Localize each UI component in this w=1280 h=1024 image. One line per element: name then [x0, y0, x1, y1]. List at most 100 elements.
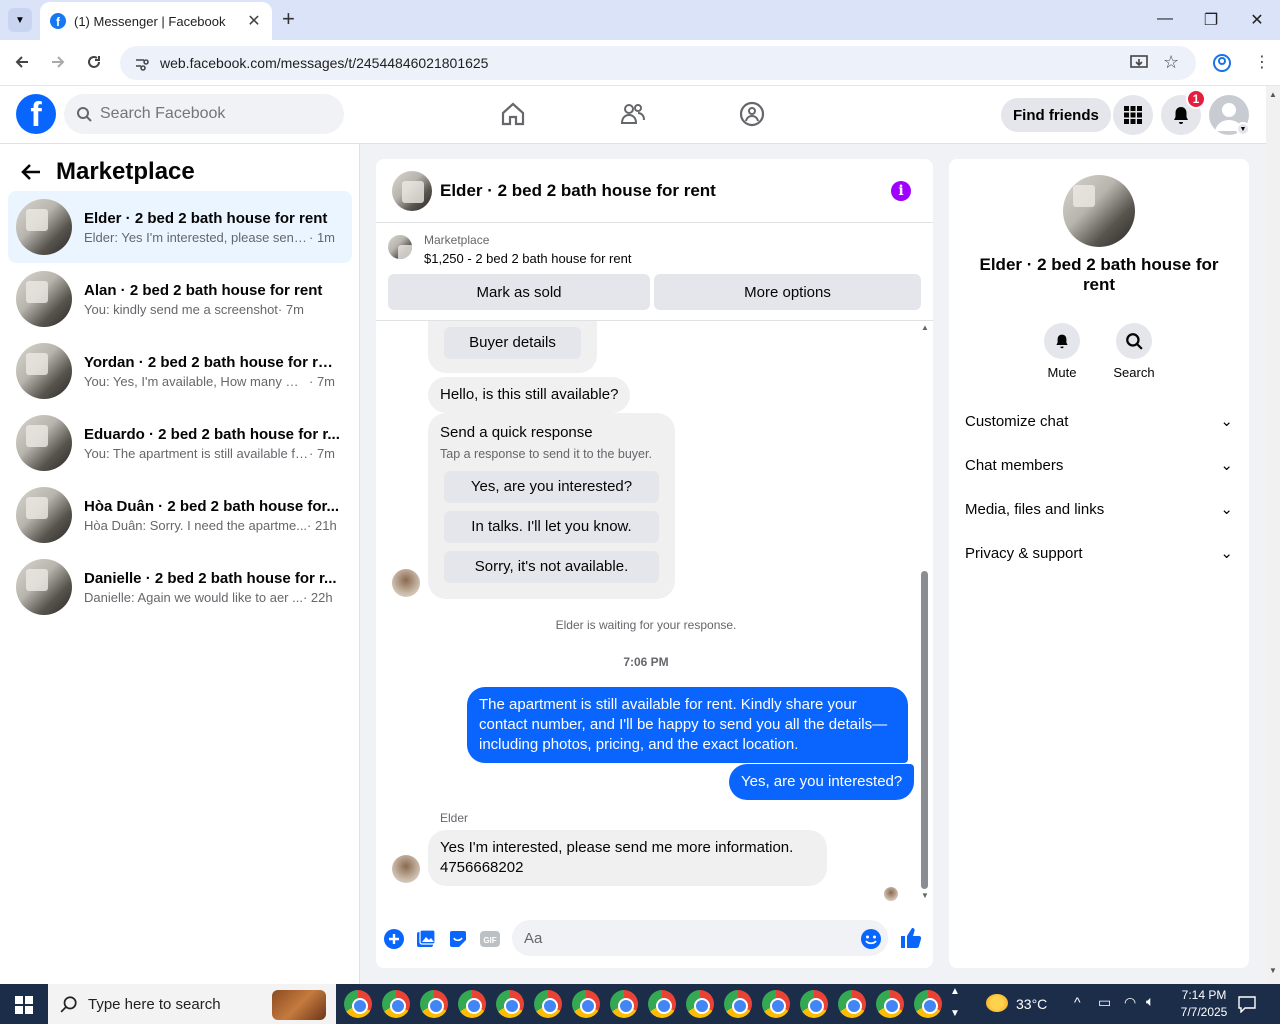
chrome-taskbar-icon[interactable]	[496, 990, 524, 1018]
chrome-taskbar-icon[interactable]	[572, 990, 600, 1018]
find-friends-button[interactable]: Find friends	[1001, 98, 1111, 132]
chrome-taskbar-icon[interactable]	[686, 990, 714, 1018]
chrome-taskbar-icon[interactable]	[762, 990, 790, 1018]
conversation-item[interactable]: Eduardo · 2 bed 2 bath house for r... You…	[8, 407, 352, 479]
page-scrollbar[interactable]: ▲ ▼	[1266, 86, 1280, 984]
chrome-taskbar-icon[interactable]	[344, 990, 372, 1018]
conversation-name: Eduardo · 2 bed 2 bath house for r...	[84, 425, 340, 443]
chat-scrollbar[interactable]: ▲ ▼	[916, 321, 933, 901]
more-options-button[interactable]: More options	[654, 274, 921, 310]
groups-icon[interactable]	[738, 100, 766, 128]
conversation-item[interactable]: Alan · 2 bed 2 bath house for rent You: k…	[8, 263, 352, 335]
quick-response-in-talks[interactable]: In talks. I'll let you know.	[444, 511, 659, 543]
message-input[interactable]: Aa	[512, 920, 888, 956]
marketplace-label: Marketplace	[424, 233, 490, 247]
conversation-avatar	[16, 559, 72, 615]
conversation-item[interactable]: Danielle · 2 bed 2 bath house for r... Da…	[8, 551, 352, 623]
quick-response-subtitle: Tap a response to send it to the buyer.	[440, 447, 652, 461]
volume-icon[interactable]: 🔈︎	[1146, 993, 1154, 1010]
plus-circle-icon[interactable]	[384, 929, 404, 949]
section-media-files-links[interactable]: Media, files and links ⌄	[965, 489, 1233, 529]
section-privacy-support[interactable]: Privacy & support ⌄	[965, 533, 1233, 573]
gif-icon[interactable]: GIF	[480, 929, 500, 949]
windows-start-icon[interactable]	[15, 996, 33, 1014]
home-icon[interactable]	[499, 100, 527, 128]
chrome-taskbar-icon[interactable]	[382, 990, 410, 1018]
conversation-item[interactable]: Elder · 2 bed 2 bath house for rent Elder…	[8, 191, 352, 263]
battery-icon[interactable]: ▭	[1098, 994, 1111, 1011]
chrome-taskbar-icon[interactable]	[534, 990, 562, 1018]
chevron-up-icon[interactable]: ^	[1074, 994, 1081, 1010]
notifications-center-icon[interactable]	[1238, 995, 1256, 1013]
conversation-time: · 1m	[309, 229, 335, 245]
conversation-avatar	[16, 415, 72, 471]
facebook-logo-icon[interactable]: f	[16, 94, 56, 134]
chevron-down-icon: ⌄	[1220, 501, 1233, 518]
buyer-details-button[interactable]: Buyer details	[444, 327, 581, 359]
quick-response-card: Send a quick response Tap a response to …	[428, 413, 675, 599]
clock-time[interactable]: 7:14 PM	[1174, 988, 1234, 1002]
windows-taskbar: Type here to search ▲ ▼ 33°C ^ ▭ ◠ 🔈︎ 7:…	[0, 984, 1280, 1024]
back-arrow-icon[interactable]	[20, 162, 42, 182]
close-window-button[interactable]: ✕	[1247, 10, 1267, 30]
taskbar-search[interactable]: Type here to search	[48, 984, 336, 1024]
clock-date[interactable]: 7/7/2025	[1174, 1005, 1234, 1019]
chrome-taskbar-icon[interactable]	[838, 990, 866, 1018]
section-chat-members[interactable]: Chat members ⌄	[965, 445, 1233, 485]
mute-action[interactable]: Mute	[1032, 323, 1092, 380]
account-chevron-icon[interactable]: ▼	[1236, 122, 1250, 136]
install-app-icon	[1130, 55, 1148, 68]
chrome-taskbar-icon[interactable]	[876, 990, 904, 1018]
reload-button[interactable]	[84, 52, 104, 72]
search-action[interactable]: Search	[1104, 323, 1164, 380]
address-bar[interactable]: web.facebook.com/messages/t/245448460218…	[120, 46, 1196, 80]
chat-header[interactable]: Elder · 2 bed 2 bath house for rent i	[376, 159, 933, 223]
chrome-taskbar-icon[interactable]	[914, 990, 942, 1018]
emoji-icon[interactable]	[860, 928, 882, 950]
quick-response-title: Send a quick response	[440, 424, 593, 441]
chrome-taskbar-icon[interactable]	[420, 990, 448, 1018]
section-label: Media, files and links	[965, 500, 1105, 518]
chrome-taskbar-icon[interactable]	[724, 990, 752, 1018]
minimize-button[interactable]: —	[1155, 10, 1175, 28]
weather-icon[interactable]	[986, 994, 1008, 1012]
mark-as-sold-button[interactable]: Mark as sold	[388, 274, 650, 310]
quick-response-not-available[interactable]: Sorry, it's not available.	[444, 551, 659, 583]
conversation-preview: Danielle: Again we would like to aer ...	[84, 589, 303, 605]
incoming-message: Yes I'm interested, please send me more …	[428, 830, 827, 886]
new-tab-button[interactable]: +	[282, 8, 295, 30]
chrome-taskbar-icon[interactable]	[648, 990, 676, 1018]
chevron-down-icon: ⌄	[1220, 457, 1233, 474]
wifi-icon[interactable]: ◠	[1124, 994, 1136, 1011]
facebook-search[interactable]	[64, 94, 344, 134]
menu-kebab-icon[interactable]: ⋮	[1254, 52, 1270, 72]
chrome-taskbar-icon[interactable]	[800, 990, 828, 1018]
bookmark-star-icon[interactable]: ☆	[1163, 52, 1179, 73]
back-button[interactable]	[12, 52, 32, 72]
tab-search-button[interactable]: ▼	[8, 8, 32, 32]
chrome-taskbar-icon[interactable]	[458, 990, 486, 1018]
quick-response-yes[interactable]: Yes, are you interested?	[444, 471, 659, 503]
close-tab-icon[interactable]: ✕	[246, 11, 262, 31]
conversation-avatar	[16, 271, 72, 327]
conversation-preview: Hòa Duân: Sorry. I need the apartme...	[84, 517, 308, 533]
scroll-thumb[interactable]	[921, 571, 928, 889]
conversation-avatar	[16, 343, 72, 399]
chrome-taskbar-icon[interactable]	[610, 990, 638, 1018]
browser-tab[interactable]: f (1) Messenger | Facebook ✕	[40, 2, 272, 40]
tray-scroll-up-icon[interactable]: ▲	[950, 986, 960, 997]
search-label: Search	[1113, 365, 1155, 380]
restore-button[interactable]: ❐	[1201, 10, 1221, 30]
friends-icon[interactable]	[619, 100, 647, 128]
info-icon[interactable]: i	[891, 181, 911, 201]
search-input[interactable]	[100, 105, 320, 123]
forward-button[interactable]	[48, 52, 68, 72]
photo-icon[interactable]	[416, 929, 436, 949]
section-customize-chat[interactable]: Customize chat ⌄	[965, 401, 1233, 441]
sticker-icon[interactable]	[448, 929, 468, 949]
like-thumb-icon[interactable]	[899, 926, 923, 950]
menu-button[interactable]	[1113, 95, 1153, 135]
conversation-item[interactable]: Hòa Duân · 2 bed 2 bath house for... Hòa …	[8, 479, 352, 551]
tray-scroll-down-icon[interactable]: ▼	[950, 1008, 960, 1019]
conversation-item[interactable]: Yordan · 2 bed 2 bath house for rent You:…	[8, 335, 352, 407]
